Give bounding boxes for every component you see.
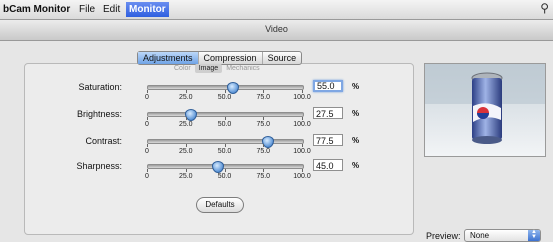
menu-monitor[interactable]: Monitor bbox=[126, 2, 169, 17]
sharpness-field[interactable]: 45.0 bbox=[313, 159, 343, 171]
scale-tick bbox=[263, 169, 265, 172]
scale-label: 75.0 bbox=[256, 94, 271, 101]
subtab-color[interactable]: Color bbox=[170, 64, 195, 73]
scale-tick bbox=[147, 144, 148, 147]
defaults-button[interactable]: Defaults bbox=[196, 197, 244, 213]
menu-app-name[interactable]: bCam Monitor bbox=[0, 2, 73, 17]
scale-label: 100.0 bbox=[293, 121, 311, 128]
scale-tick bbox=[302, 144, 303, 147]
saturation-field[interactable]: 55.0 bbox=[313, 80, 343, 92]
scale-tick bbox=[224, 169, 226, 172]
scale-label: 25.0 bbox=[178, 148, 193, 155]
preview-label: Preview: bbox=[426, 231, 461, 241]
scale-label: 75.0 bbox=[256, 121, 271, 128]
subtab-bar: Color Image Mechanics bbox=[170, 64, 264, 73]
menu-bar: bCam Monitor File Edit Monitor ⚲ bbox=[0, 0, 553, 20]
scale-tick bbox=[302, 169, 303, 172]
window-title-bar[interactable]: Video bbox=[0, 20, 553, 41]
tab-adjustments[interactable]: Adjustments bbox=[138, 52, 199, 64]
scale-label: 75.0 bbox=[256, 173, 271, 180]
scale-label: 50.0 bbox=[217, 94, 232, 101]
scale-label: 25.0 bbox=[178, 173, 193, 180]
saturation-label: Saturation: bbox=[78, 82, 122, 92]
scale-tick bbox=[263, 90, 265, 93]
scale-label: 75.0 bbox=[256, 148, 271, 155]
scale-label: 100.0 bbox=[293, 148, 311, 155]
scale-tick bbox=[224, 117, 226, 120]
scale-label: 0 bbox=[145, 94, 149, 101]
scale-label: 100.0 bbox=[293, 173, 311, 180]
spotlight-icon[interactable]: ⚲ bbox=[540, 1, 549, 15]
sharpness-slider-thumb[interactable] bbox=[211, 161, 224, 173]
scale-tick bbox=[263, 144, 265, 147]
scale-tick bbox=[185, 169, 187, 172]
saturation-slider-track[interactable] bbox=[147, 85, 304, 90]
scale-label: 50.0 bbox=[217, 173, 232, 180]
tab-bar: Adjustments Compression Source bbox=[137, 51, 303, 65]
brightness-field[interactable]: 27.5 bbox=[313, 107, 343, 119]
tab-source[interactable]: Source bbox=[263, 52, 302, 64]
scale-tick bbox=[147, 169, 148, 172]
scale-tick bbox=[147, 90, 148, 93]
scale-label: 0 bbox=[145, 148, 149, 155]
brightness-label: Brightness: bbox=[76, 109, 122, 119]
scale-tick bbox=[185, 144, 187, 147]
contrast-label: Contrast: bbox=[85, 136, 122, 146]
tab-compression[interactable]: Compression bbox=[199, 52, 263, 64]
contrast-unit: % bbox=[352, 136, 360, 145]
scale-tick bbox=[185, 117, 187, 120]
window-title: Video bbox=[265, 24, 288, 34]
preview-select-value: None bbox=[470, 231, 490, 240]
contrast-slider-track[interactable] bbox=[147, 139, 304, 144]
preview-image bbox=[425, 64, 545, 156]
scale-label: 25.0 bbox=[178, 121, 193, 128]
menu-edit[interactable]: Edit bbox=[100, 2, 123, 17]
scale-tick bbox=[224, 144, 226, 147]
scale-label: 50.0 bbox=[217, 121, 232, 128]
contrast-field[interactable]: 77.5 bbox=[313, 134, 343, 146]
scale-tick bbox=[224, 90, 226, 93]
scale-label: 50.0 bbox=[217, 148, 232, 155]
menu-file[interactable]: File bbox=[76, 2, 98, 17]
scale-tick bbox=[263, 117, 265, 120]
scale-label: 25.0 bbox=[178, 94, 193, 101]
subtab-image[interactable]: Image bbox=[194, 64, 223, 73]
sharpness-label: Sharpness: bbox=[76, 161, 122, 171]
updown-arrow-icon: ▲ ▼ bbox=[528, 229, 540, 241]
video-preview bbox=[424, 63, 546, 157]
brightness-unit: % bbox=[352, 109, 360, 118]
scale-label: 0 bbox=[145, 121, 149, 128]
scale-tick bbox=[185, 90, 187, 93]
scale-tick bbox=[302, 117, 303, 120]
scale-label: 100.0 bbox=[293, 94, 311, 101]
sharpness-unit: % bbox=[352, 161, 360, 170]
subtab-mechanics[interactable]: Mechanics bbox=[222, 64, 263, 73]
scale-label: 0 bbox=[145, 173, 149, 180]
preview-select[interactable]: None ▲ ▼ bbox=[464, 229, 541, 242]
sharpness-slider-track[interactable] bbox=[147, 164, 304, 169]
scale-tick bbox=[302, 90, 303, 93]
saturation-unit: % bbox=[352, 82, 360, 91]
scale-tick bbox=[147, 117, 148, 120]
brightness-slider-track[interactable] bbox=[147, 112, 304, 117]
